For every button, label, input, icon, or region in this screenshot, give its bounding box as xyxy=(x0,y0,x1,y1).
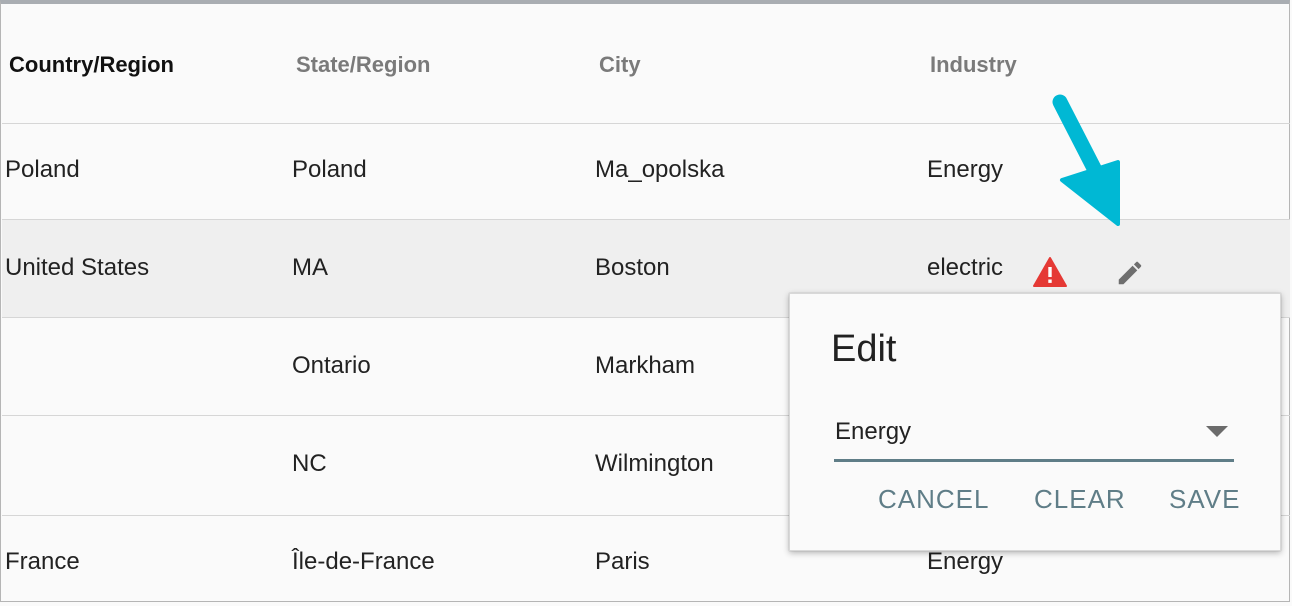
cell-industry[interactable]: Energy xyxy=(927,548,1003,576)
cell-country: Poland xyxy=(5,156,80,183)
cell-industry[interactable]: electric xyxy=(927,254,1003,282)
select-value: Energy xyxy=(835,418,912,445)
column-header-industry[interactable]: Industry xyxy=(930,52,1017,78)
column-header-state[interactable]: State/Region xyxy=(296,52,430,78)
cell-country: France xyxy=(5,548,80,575)
industry-select[interactable]: Energy xyxy=(834,412,1234,462)
save-button[interactable]: SAVE xyxy=(1169,484,1240,515)
cancel-button[interactable]: CANCEL xyxy=(878,484,989,515)
cell-city: Paris xyxy=(595,548,650,575)
column-header-city[interactable]: City xyxy=(599,52,641,78)
cell-industry[interactable]: Energy xyxy=(927,156,1003,184)
cell-city: Ma_opolska xyxy=(595,156,725,183)
cell-state: MA xyxy=(292,254,328,281)
cell-city: Boston xyxy=(595,254,670,281)
cell-country: United States xyxy=(5,254,150,281)
pencil-icon[interactable] xyxy=(1115,258,1145,288)
cell-state: Poland xyxy=(292,156,367,183)
cell-state: Île-de-France xyxy=(292,548,435,575)
clear-button[interactable]: CLEAR xyxy=(1034,484,1126,515)
edit-popover: Edit Energy CANCEL CLEAR SAVE xyxy=(789,293,1281,551)
cell-city: Wilmington xyxy=(595,450,714,477)
popover-title: Edit xyxy=(831,328,897,370)
cell-state: Ontario xyxy=(292,352,371,379)
dropdown-arrow-icon[interactable] xyxy=(1206,426,1228,437)
cell-city: Markham xyxy=(595,352,696,379)
warning-triangle-icon xyxy=(1033,257,1067,287)
callout-arrow-icon xyxy=(1052,94,1120,226)
cell-state: NC xyxy=(292,450,327,477)
column-header-country[interactable]: Country/Region xyxy=(9,52,174,78)
